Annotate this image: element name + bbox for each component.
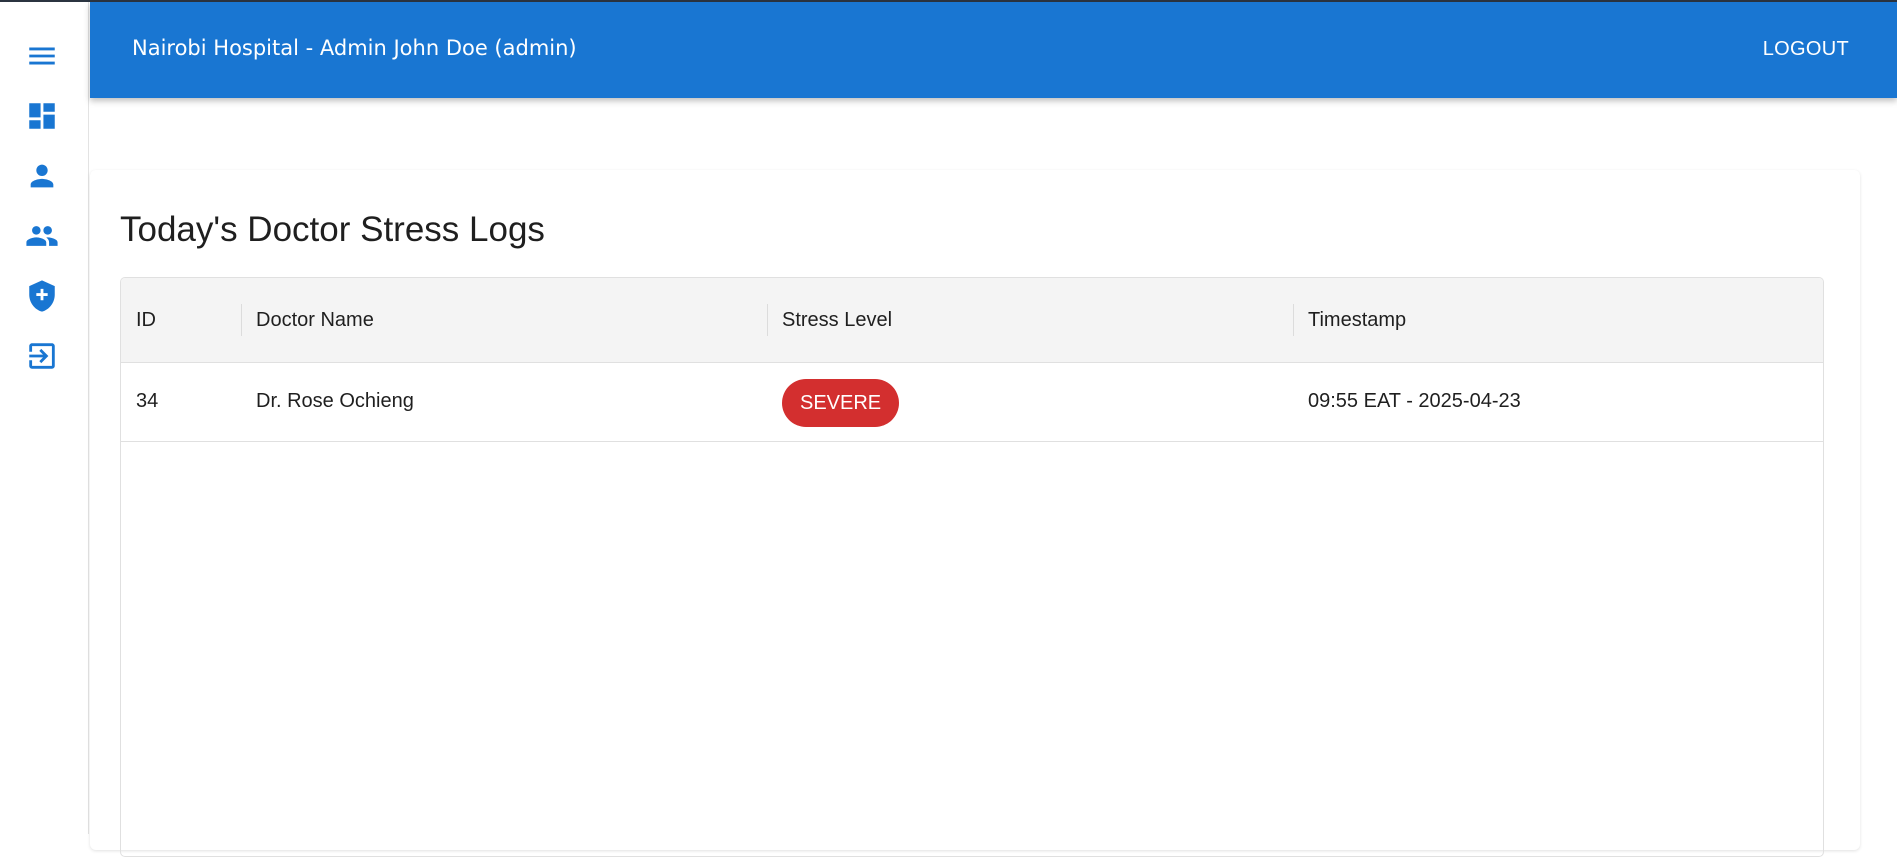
dashboard-icon [29, 103, 55, 129]
app-bar: Nairobi Hospital - Admin John Doe (admin… [90, 2, 1897, 98]
column-header-id[interactable]: ID [136, 278, 236, 362]
sidebar-item-profile[interactable] [22, 156, 62, 196]
column-separator[interactable] [1293, 304, 1294, 336]
table-row[interactable]: 34 Dr. Rose Ochieng SEVERE 09:55 EAT - 2… [121, 362, 1823, 442]
cell-id: 34 [136, 390, 159, 412]
person-icon [30, 164, 54, 188]
table-header: ID Doctor Name Stress Level Timestamp [121, 278, 1823, 363]
stress-level-badge: SEVERE [782, 379, 900, 427]
logout-button[interactable]: LOGOUT [1763, 38, 1849, 61]
column-separator[interactable] [241, 304, 242, 336]
shield-plus-icon [29, 280, 55, 312]
sidebar-item-dashboard[interactable] [22, 96, 62, 136]
stress-logs-card: Today's Doctor Stress Logs ID Doctor Nam… [90, 170, 1860, 857]
app-title: Nairobi Hospital - Admin John Doe (admin… [132, 36, 577, 60]
stress-logs-table: ID Doctor Name Stress Level Timestamp 34… [120, 277, 1824, 857]
column-header-doctor-name[interactable]: Doctor Name [256, 278, 756, 362]
column-separator[interactable] [767, 304, 768, 336]
cell-timestamp: 09:55 EAT - 2025-04-23 [1308, 390, 1521, 412]
menu-icon [29, 47, 55, 65]
people-icon [26, 226, 58, 246]
cell-doctor-name: Dr. Rose Ochieng [256, 390, 414, 412]
column-header-timestamp[interactable]: Timestamp [1308, 278, 1808, 362]
sidebar-item-logout[interactable] [22, 336, 62, 376]
column-header-stress-level[interactable]: Stress Level [782, 278, 1282, 362]
menu-toggle-button[interactable] [22, 36, 62, 76]
sidebar-item-health[interactable] [22, 276, 62, 316]
sidebar [0, 2, 89, 834]
sidebar-item-doctors[interactable] [22, 216, 62, 256]
page-title: Today's Doctor Stress Logs [120, 210, 545, 249]
logout-icon [29, 343, 55, 369]
